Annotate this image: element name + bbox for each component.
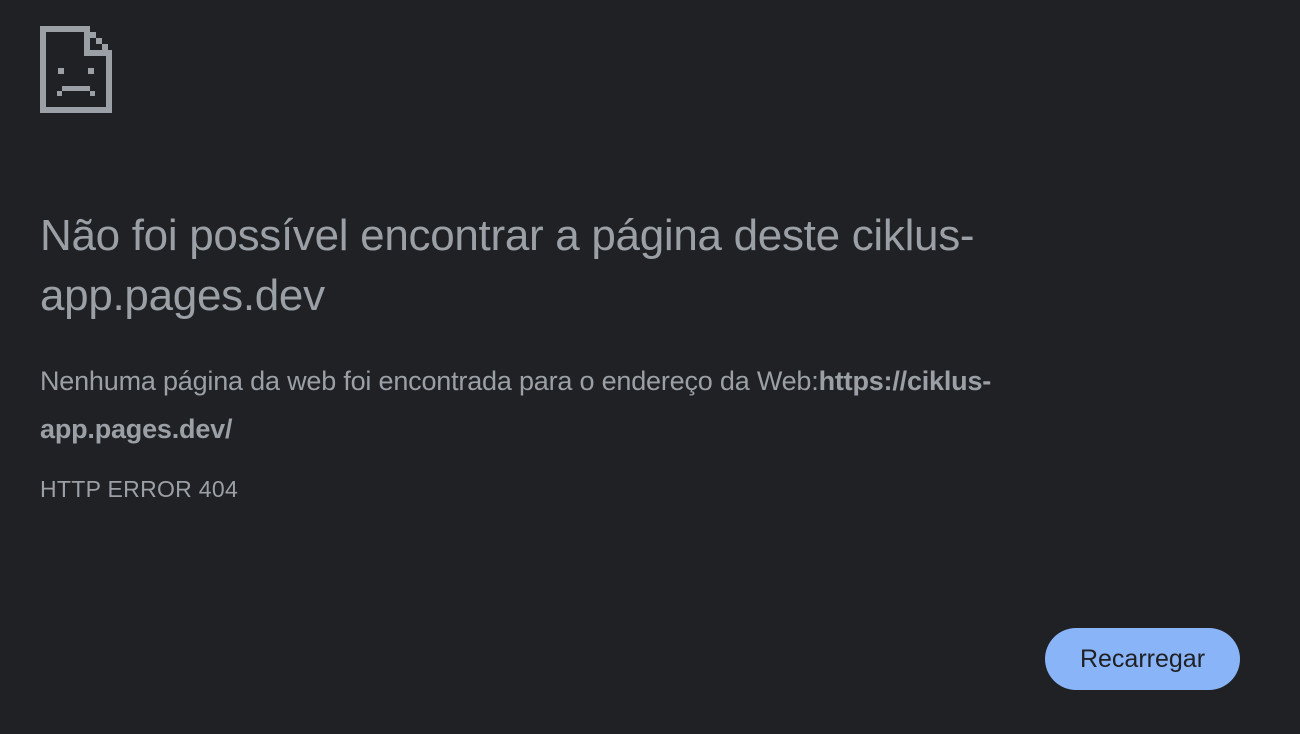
error-page: Não foi possível encontrar a página dest…: [0, 0, 1300, 734]
main-message: Não foi possível encontrar a página dest…: [40, 206, 1120, 505]
page-title: Não foi possível encontrar a página dest…: [40, 211, 975, 320]
description-text: Nenhuma página da web foi encontrada par…: [40, 366, 819, 396]
error-code: HTTP ERROR 404: [40, 476, 239, 502]
reload-button[interactable]: Recarregar: [1045, 628, 1240, 690]
error-description: Nenhuma página da web foi encontrada par…: [40, 357, 1120, 453]
sad-document-icon: [40, 26, 112, 113]
